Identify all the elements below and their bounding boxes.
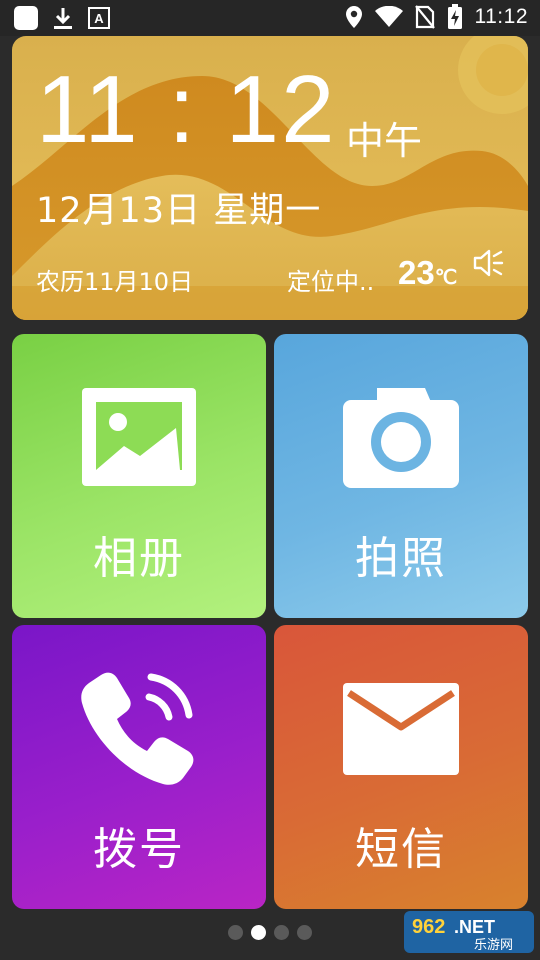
clock-period: 中午	[346, 119, 423, 163]
date-text: 12月13日 星期一	[36, 191, 322, 231]
svg-text:乐游网: 乐游网	[474, 938, 513, 953]
status-time: 11:12	[474, 5, 528, 28]
svg-text:A: A	[94, 11, 104, 26]
album-label: 相册	[93, 533, 185, 584]
page-dot-3[interactable]	[274, 925, 289, 940]
camera-tile[interactable]: 拍照	[274, 334, 528, 618]
font-icon: A	[88, 7, 110, 29]
phone-icon	[12, 667, 266, 787]
clock-time: 11 : 12	[36, 56, 337, 163]
location-icon	[345, 6, 362, 28]
temperature: 23℃	[398, 254, 457, 292]
wifi-icon	[374, 6, 403, 27]
svg-text:.NET: .NET	[454, 917, 495, 937]
image-icon	[12, 388, 266, 486]
dial-label: 拨号	[93, 824, 185, 875]
battery-charging-icon	[447, 4, 462, 29]
envelope-icon	[274, 683, 528, 775]
speaker-icon[interactable]	[472, 248, 506, 278]
clock-weather-widget[interactable]: 11 : 12 中午 12月13日 星期一 农历11月10日 定位中.. 23℃	[12, 36, 528, 320]
watermark-logo: 962 .NET 乐游网	[404, 911, 534, 953]
page-dot-4[interactable]	[297, 925, 312, 940]
page-dot-1[interactable]	[228, 925, 243, 940]
svg-text:962: 962	[412, 916, 445, 938]
lunar-date: 农历11月10日	[36, 268, 194, 296]
dial-tile[interactable]: 拨号	[12, 625, 266, 909]
sms-tile[interactable]: 短信	[274, 625, 528, 909]
sms-label: 短信	[355, 824, 447, 875]
status-bar: A 11:12	[0, 0, 540, 36]
page-dot-2[interactable]	[251, 925, 266, 940]
camera-icon	[274, 386, 528, 488]
album-tile[interactable]: 相册	[12, 334, 266, 618]
download-icon	[54, 8, 72, 29]
app-icon	[14, 6, 38, 30]
no-sim-icon	[414, 5, 435, 29]
camera-label: 拍照	[355, 533, 447, 584]
location-status: 定位中..	[287, 268, 375, 296]
temperature-value: 23	[398, 254, 435, 291]
temperature-unit: ℃	[434, 267, 458, 289]
